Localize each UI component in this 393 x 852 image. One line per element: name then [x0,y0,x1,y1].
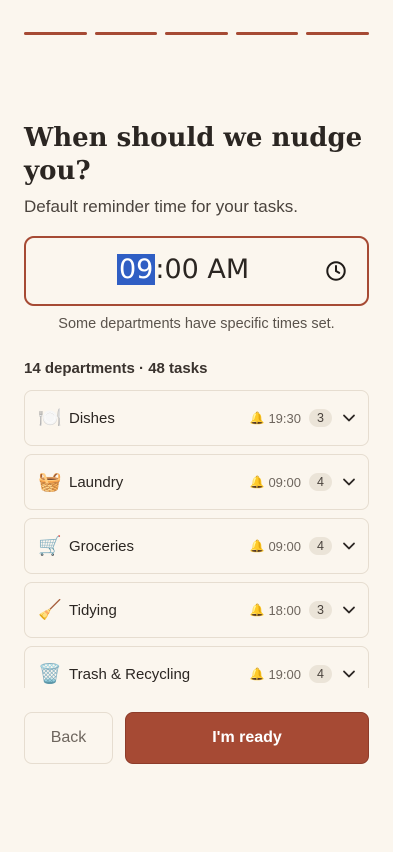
dishes-icon: 🍽️ [38,408,62,429]
department-row[interactable]: 🧺 Laundry 🔔 09:00 4 [24,454,369,510]
progress-segment [24,32,87,35]
time-input[interactable]: 09:00 AM [24,236,369,306]
department-name: Tidying [69,601,117,619]
department-list: 🍽️ Dishes 🔔 19:30 3 🧺 Laundry 🔔 09:00 4 🛒 … [24,390,369,688]
progress-segment [306,32,369,35]
reminder-time[interactable]: 🔔 09:00 [250,539,302,554]
trash-icon: 🗑️ [38,664,62,685]
page-title: When should we nudge you? [24,123,363,186]
task-count-badge: 3 [309,601,332,619]
broom-icon: 🧹 [38,600,62,621]
task-count-badge: 4 [309,665,332,683]
time-hour-segment[interactable]: 09 [117,254,156,285]
reminder-time-text: 19:00 [268,666,301,682]
bell-icon: 🔔 [249,667,265,681]
chevron-down-icon[interactable] [342,475,356,489]
bell-icon: 🔔 [249,603,265,617]
time-hint: Some departments have specific times set… [58,316,335,332]
department-name: Groceries [69,537,135,555]
chevron-down-icon[interactable] [342,667,356,681]
task-count-badge: 4 [309,473,332,491]
page-subtitle: Default reminder time for your tasks. [24,197,298,216]
department-name: Laundry [69,473,124,491]
time-rest-segment[interactable]: :00 AM [155,254,249,285]
progress-segment [165,32,228,35]
bell-icon: 🔔 [249,411,265,425]
reminder-time[interactable]: 🔔 19:30 [250,411,302,426]
department-row[interactable]: 🍽️ Dishes 🔔 19:30 3 [24,390,369,446]
progress-bar [24,32,369,35]
progress-segment [235,32,299,35]
ready-button[interactable]: I'm ready [125,712,369,764]
reminder-time-text: 09:00 [268,474,301,490]
reminder-time[interactable]: 🔔 18:00 [250,603,302,618]
reminder-time[interactable]: 🔔 09:00 [250,475,302,490]
department-row[interactable]: 🧹 Tidying 🔔 18:00 3 [24,582,369,638]
department-name: Dishes [69,409,115,427]
progress-segment [94,32,158,35]
bell-icon: 🔔 [249,475,265,489]
chevron-down-icon[interactable] [342,411,356,425]
laundry-basket-icon: 🧺 [38,472,62,493]
department-row[interactable]: 🛒 Groceries 🔔 09:00 4 [24,518,369,574]
department-row[interactable]: 🗑️ Trash & Recycling 🔔 19:00 4 [24,646,369,688]
task-count-badge: 3 [309,409,332,427]
task-count-badge: 4 [309,537,332,555]
reminder-time-text: 18:00 [268,602,301,618]
back-button[interactable]: Back [24,712,113,764]
shopping-cart-icon: 🛒 [38,536,62,557]
bell-icon: 🔔 [249,539,265,553]
chevron-down-icon[interactable] [342,539,356,553]
reminder-time-text: 19:30 [268,410,301,426]
reminder-time[interactable]: 🔔 19:00 [250,667,302,682]
time-value[interactable]: 09:00 AM [117,253,249,287]
department-name: Trash & Recycling [69,665,191,683]
clock-icon[interactable] [325,260,347,282]
reminder-time-text: 09:00 [268,538,301,554]
chevron-down-icon[interactable] [342,603,356,617]
departments-summary: 14 departments · 48 tasks [24,360,208,377]
